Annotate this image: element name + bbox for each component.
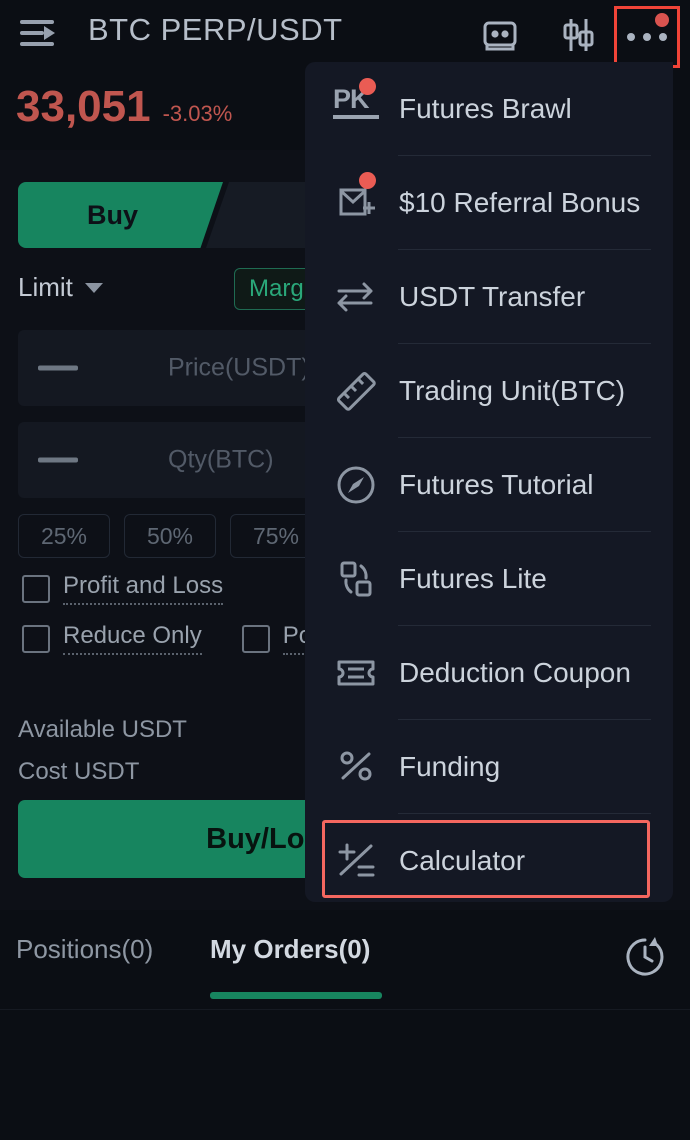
more-options-button[interactable] bbox=[614, 6, 680, 68]
tab-positions[interactable]: Positions(0) bbox=[16, 934, 153, 965]
coupon-ticket-icon bbox=[333, 650, 379, 696]
order-type-label: Limit bbox=[18, 272, 73, 302]
price-change-percent: -3.03% bbox=[162, 101, 233, 126]
percent-button-50[interactable]: 50% bbox=[124, 514, 216, 558]
checkbox-profit-and-loss[interactable] bbox=[22, 574, 50, 603]
menu-badge-dot bbox=[359, 172, 376, 189]
menu-item-deduction-coupon[interactable]: Deduction Coupon bbox=[305, 626, 673, 719]
menu-item-calculator[interactable]: Calculator bbox=[305, 814, 673, 902]
qty-placeholder: Qty(BTC) bbox=[168, 445, 274, 474]
menu-item-label: Futures Lite bbox=[399, 562, 547, 594]
trading-bot-icon[interactable] bbox=[478, 14, 522, 56]
checkbox-post-only[interactable] bbox=[241, 624, 270, 653]
transfer-arrows-icon bbox=[333, 274, 379, 320]
more-options-dropdown: PK Futures Brawl $10 Referral Bonus USDT… bbox=[305, 62, 673, 902]
reduce-only-label: Reduce Only bbox=[63, 622, 202, 655]
menu-item-trading-unit[interactable]: Trading Unit(BTC) bbox=[305, 344, 673, 437]
app-header: BTC PERP/USDT bbox=[0, 0, 690, 70]
profit-loss-row: Profit and Loss bbox=[22, 572, 224, 605]
cost-label: Cost USDT bbox=[18, 758, 140, 785]
available-balance-label: Available USDT bbox=[18, 716, 187, 743]
trading-app-screen: BTC PERP/USDT 33,051 -3.03% Buy Limit Ma… bbox=[0, 0, 690, 1140]
price-placeholder: Price(USDT) bbox=[168, 353, 310, 382]
menu-item-label: USDT Transfer bbox=[399, 280, 586, 312]
menu-item-label: Futures Brawl bbox=[399, 92, 572, 124]
margin-mode-label: Margi bbox=[249, 275, 310, 302]
orders-positions-tabbar: Positions(0) My Orders(0) bbox=[0, 910, 690, 1010]
percent-icon bbox=[333, 744, 379, 790]
active-tab-indicator bbox=[210, 992, 382, 999]
qty-decrement-icon[interactable] bbox=[38, 457, 78, 463]
calculator-icon bbox=[333, 838, 379, 884]
compass-icon bbox=[333, 462, 379, 508]
menu-item-usdt-transfer[interactable]: USDT Transfer bbox=[305, 250, 673, 343]
page-title: BTC PERP/USDT bbox=[88, 12, 343, 47]
percent-button-group: 25% 50% 75% bbox=[18, 514, 322, 558]
tab-buy[interactable]: Buy bbox=[18, 182, 223, 248]
menu-item-label: Trading Unit(BTC) bbox=[399, 374, 626, 406]
price-decrement-icon[interactable] bbox=[38, 365, 78, 371]
order-type-selector[interactable]: Limit bbox=[18, 272, 103, 303]
menu-badge-dot bbox=[359, 78, 376, 95]
menu-item-label: $10 Referral Bonus bbox=[399, 186, 641, 218]
menu-item-futures-lite[interactable]: Futures Lite bbox=[305, 532, 673, 625]
menu-item-futures-tutorial[interactable]: Futures Tutorial bbox=[305, 438, 673, 531]
notification-dot bbox=[655, 13, 669, 27]
checkbox-reduce-only[interactable] bbox=[22, 624, 50, 653]
last-price: 33,051 bbox=[16, 82, 151, 131]
menu-item-label: Calculator bbox=[399, 844, 526, 876]
menu-item-funding[interactable]: Funding bbox=[305, 720, 673, 813]
history-clock-icon[interactable] bbox=[622, 934, 668, 980]
swap-squares-icon bbox=[333, 556, 379, 602]
hamburger-expand-icon[interactable] bbox=[18, 16, 58, 54]
ticker-price-row: 33,051 -3.03% bbox=[16, 82, 232, 132]
chevron-down-icon bbox=[84, 282, 103, 293]
tab-my-orders[interactable]: My Orders(0) bbox=[210, 934, 370, 965]
menu-item-label: Deduction Coupon bbox=[399, 656, 631, 688]
profit-and-loss-label: Profit and Loss bbox=[63, 572, 224, 605]
tab-buy-label: Buy bbox=[86, 199, 138, 230]
candlestick-chart-icon[interactable] bbox=[556, 14, 600, 56]
menu-item-label: Futures Tutorial bbox=[399, 468, 594, 500]
menu-item-referral-bonus[interactable]: $10 Referral Bonus bbox=[305, 156, 673, 249]
percent-button-25[interactable]: 25% bbox=[18, 514, 110, 558]
menu-item-futures-brawl[interactable]: PK Futures Brawl bbox=[305, 62, 673, 155]
ruler-icon bbox=[333, 368, 379, 414]
more-options-icon bbox=[627, 33, 667, 41]
menu-item-label: Funding bbox=[399, 750, 501, 782]
